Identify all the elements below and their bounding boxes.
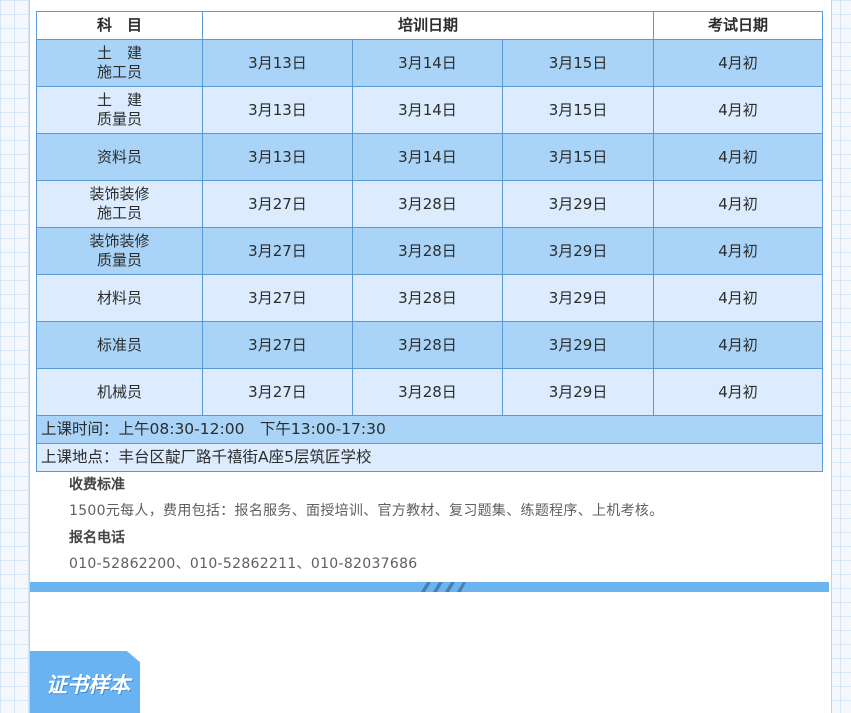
subject-cell: 土 建施工员: [36, 39, 203, 87]
table-row: 装饰装修 施工员 3月27日 3月28日 3月29日 4月初: [36, 180, 824, 228]
training-day-3: 3月15日: [501, 86, 655, 134]
table-row: 材料员 3月27日 3月28日 3月29日 4月初: [36, 274, 824, 322]
subject-cell: 土 建质量员: [36, 86, 203, 134]
subject-cell: 机械员: [36, 368, 203, 416]
subject-line-1: 机械员: [96, 382, 142, 401]
training-day-2: 3月14日: [352, 86, 503, 134]
certificate-sample-title: 证书样本: [46, 672, 130, 697]
training-day-2: 3月28日: [352, 180, 503, 228]
training-day-2: 3月14日: [352, 133, 503, 181]
subject-line-1: 材料员: [96, 288, 142, 307]
subject-cell: 标准员: [36, 321, 203, 369]
signup-phones: 010-52862200、010-52862211、010-82037686: [69, 556, 418, 572]
class-time-row: 上课时间：上午08:30-12:00 下午13:00-17:30: [35, 415, 824, 444]
training-day-1: 3月27日: [202, 368, 353, 416]
exam-date: 4月初: [653, 368, 824, 416]
training-day-3: 3月15日: [501, 133, 655, 181]
exam-date: 4月初: [653, 321, 824, 369]
training-day-3: 3月29日: [501, 180, 655, 228]
training-day-2: 3月28日: [352, 274, 503, 322]
exam-date: 4月初: [653, 86, 824, 134]
header-training-date: 培训日期: [201, 11, 655, 40]
subject-line-1: 资料员: [96, 147, 142, 166]
table-row: 装饰装修 质量员 3月27日 3月28日 3月29日 4月初: [36, 227, 824, 275]
subject-line-2: 施工员: [96, 204, 142, 222]
table-row: 机械员 3月27日 3月28日 3月29日 4月初: [36, 368, 824, 416]
subject-cell: 材料员: [36, 274, 203, 322]
table-row: 资料员 3月13日 3月14日 3月15日 4月初: [36, 133, 824, 181]
exam-date: 4月初: [653, 180, 824, 228]
subject-line-2: 质量员: [96, 251, 142, 269]
subject-line-1: 土 建: [96, 44, 142, 62]
training-day-3: 3月15日: [501, 39, 655, 87]
table-row: 土 建施工员 3月13日 3月14日 3月15日 4月初: [36, 39, 824, 87]
subject-line-1: 装饰装修: [89, 185, 150, 203]
training-day-3: 3月29日: [501, 368, 655, 416]
training-day-1: 3月27日: [202, 180, 353, 228]
exam-date: 4月初: [653, 227, 824, 275]
training-day-3: 3月29日: [501, 321, 655, 369]
table-header-row: 科 目 培训日期 考试日期: [36, 11, 824, 40]
exam-date: 4月初: [653, 274, 824, 322]
class-location: 上课地点：丰台区靛厂路千禧街A座5层筑匠学校: [35, 443, 824, 472]
training-day-1: 3月27日: [202, 227, 353, 275]
class-time: 上课时间：上午08:30-12:00 下午13:00-17:30: [35, 415, 824, 444]
fee-heading: 收费标准: [69, 477, 125, 493]
table-row: 标准员 3月27日 3月28日 3月29日 4月初: [36, 321, 824, 369]
signup-heading: 报名电话: [69, 530, 125, 546]
subject-line-1: 装饰装修: [89, 232, 150, 250]
fee-section: 收费标准 1500元每人，费用包括：报名服务、面授培训、官方教材、复习题集、练题…: [69, 472, 809, 578]
exam-date: 4月初: [653, 133, 824, 181]
training-day-3: 3月29日: [501, 227, 655, 275]
class-location-row: 上课地点：丰台区靛厂路千禧街A座5层筑匠学校: [35, 443, 824, 472]
subject-line-1: 标准员: [96, 335, 142, 354]
training-day-1: 3月13日: [202, 39, 353, 87]
training-day-2: 3月28日: [352, 368, 503, 416]
subject-line-1: 土 建: [96, 91, 142, 109]
exam-date: 4月初: [653, 39, 824, 87]
training-day-2: 3月28日: [352, 321, 503, 369]
divider-stripes-icon: [421, 582, 466, 592]
subject-cell: 装饰装修 质量员: [36, 227, 203, 275]
certificate-sample-tab: 证书样本: [30, 651, 140, 713]
schedule-table: 科 目 培训日期 考试日期 土 建施工员 3月13日 3月14日 3月15日 4月初土 …: [35, 11, 824, 472]
training-day-2: 3月14日: [352, 39, 503, 87]
training-day-1: 3月13日: [202, 86, 353, 134]
header-subject: 科 目: [36, 11, 203, 40]
training-day-1: 3月27日: [202, 274, 353, 322]
training-day-2: 3月28日: [352, 227, 503, 275]
fee-text: 1500元每人，费用包括：报名服务、面授培训、官方教材、复习题集、练题程序、上机…: [69, 503, 664, 519]
subject-cell: 资料员: [36, 133, 203, 181]
training-day-1: 3月13日: [202, 133, 353, 181]
training-day-3: 3月29日: [501, 274, 655, 322]
table-row: 土 建质量员 3月13日 3月14日 3月15日 4月初: [36, 86, 824, 134]
header-exam-date: 考试日期: [653, 11, 824, 40]
subject-line-2: 质量员: [96, 110, 142, 128]
training-day-1: 3月27日: [202, 321, 353, 369]
subject-line-2: 施工员: [96, 63, 142, 81]
subject-cell: 装饰装修 施工员: [36, 180, 203, 228]
